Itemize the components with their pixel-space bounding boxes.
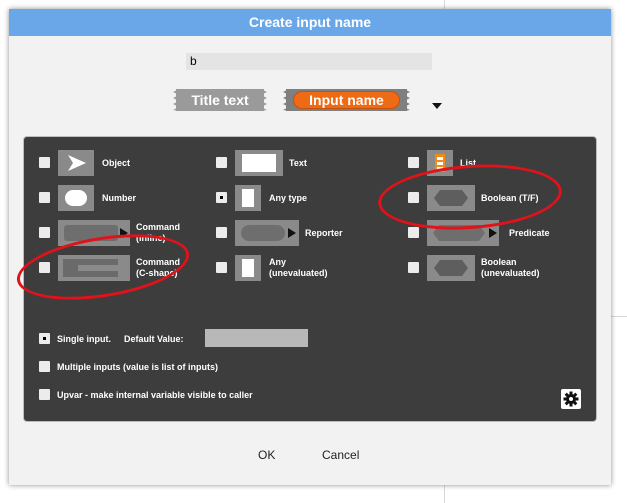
predicate-label: Predicate	[509, 228, 550, 238]
command-inline-label-line1: Command	[136, 222, 181, 232]
boolean-unevaluated-label-line2: (unevaluated)	[481, 268, 540, 278]
boolean-unevaluated-label-line1: Boolean	[481, 257, 517, 267]
object-label: Object	[102, 158, 131, 168]
single-input-radio[interactable]	[39, 333, 50, 344]
upvar-label: Upvar - make internal variable visible t…	[57, 390, 253, 400]
input-name-field[interactable]	[186, 53, 432, 70]
type-option-object[interactable]: Object	[39, 150, 159, 176]
background-divider	[611, 316, 627, 317]
cancel-button[interactable]: Cancel	[322, 447, 359, 463]
boolean-unevaluated-slot-icon	[427, 255, 475, 281]
any-type-slot-icon	[235, 185, 261, 211]
any-unevaluated-radio[interactable]	[216, 262, 227, 273]
any-unevaluated-slot-icon	[235, 255, 261, 281]
title-text-tab-label: Title text	[191, 92, 249, 108]
title-text-tab[interactable]: Title text	[173, 89, 267, 111]
any-type-label: Any type	[269, 193, 308, 203]
any-type-radio[interactable]	[216, 192, 227, 203]
ok-button[interactable]: OK	[258, 447, 275, 463]
boolean-unevaluated-radio[interactable]	[408, 262, 419, 273]
multiple-inputs-radio[interactable]	[39, 361, 50, 372]
dialog-title[interactable]: Create input name	[9, 9, 611, 36]
type-option-any-unevaluated[interactable]: Any (unevaluated)	[216, 255, 356, 281]
type-option-text[interactable]: Text	[216, 150, 336, 176]
default-value-input[interactable]	[205, 329, 308, 347]
type-option-number[interactable]: Number	[39, 185, 159, 211]
list-radio[interactable]	[408, 157, 419, 168]
number-radio[interactable]	[39, 192, 50, 203]
default-value-label: Default Value:	[124, 334, 184, 344]
chevron-down-icon[interactable]	[432, 103, 442, 109]
object-slot-icon	[58, 150, 94, 176]
upvar-radio[interactable]	[39, 389, 50, 400]
predicate-radio[interactable]	[408, 227, 419, 238]
input-name-tab[interactable]: Input name	[283, 89, 410, 111]
type-option-any-type[interactable]: Any type	[216, 185, 336, 211]
text-radio[interactable]	[216, 157, 227, 168]
upvar-option[interactable]: Upvar - make internal variable visible t…	[39, 388, 339, 402]
type-option-reporter[interactable]: Reporter	[216, 220, 356, 246]
any-unevaluated-label-line1: Any	[269, 257, 287, 267]
input-name-tab-label: Input name	[293, 91, 400, 109]
reporter-slot-icon	[235, 220, 299, 246]
multiple-inputs-option[interactable]: Multiple inputs (value is list of inputs…	[39, 360, 319, 374]
type-option-boolean-unevaluated[interactable]: Boolean (unevaluated)	[408, 255, 558, 281]
number-slot-icon	[58, 185, 94, 211]
text-label: Text	[289, 158, 307, 168]
any-unevaluated-label: Any (unevaluated)	[269, 257, 328, 279]
gear-icon[interactable]	[561, 389, 581, 409]
text-slot-icon	[235, 150, 283, 176]
multiple-inputs-label: Multiple inputs (value is list of inputs…	[57, 362, 219, 372]
single-input-label: Single input.	[57, 334, 111, 344]
command-inline-radio[interactable]	[39, 227, 50, 238]
number-label: Number	[102, 193, 137, 203]
boolean-unevaluated-label: Boolean (unevaluated)	[481, 257, 540, 279]
reporter-radio[interactable]	[216, 227, 227, 238]
any-unevaluated-label-line2: (unevaluated)	[269, 268, 328, 278]
reporter-label: Reporter	[305, 228, 343, 238]
object-radio[interactable]	[39, 157, 50, 168]
